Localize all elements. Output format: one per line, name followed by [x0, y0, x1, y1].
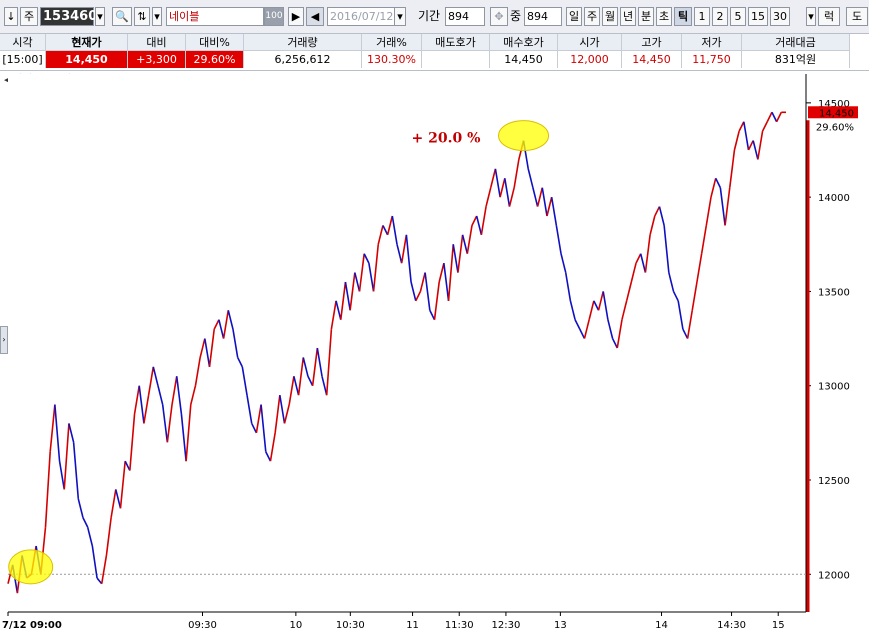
y-tick-label-1: 12500: [818, 476, 850, 487]
x-tick-label-2: 10: [289, 620, 302, 631]
x-tick-label-9: 14:30: [717, 620, 746, 631]
x-tick-label-10: 15: [772, 620, 785, 631]
x-tick-label-3: 10:30: [336, 620, 365, 631]
last-price-label: 14,450: [819, 108, 854, 119]
x-tick-label-5: 11:30: [445, 620, 474, 631]
start-highlight: [8, 549, 54, 585]
x-tick-label-0: 7/12 09:00: [2, 620, 62, 631]
y-tick-label-2: 13000: [818, 382, 850, 393]
price-chart: 1200012500130001350014000145007/12 09:00…: [2, 74, 858, 631]
x-tick-label-6: 12:30: [492, 620, 521, 631]
x-tick-label-7: 13: [554, 620, 567, 631]
gain-annotation: + 20.0 %: [412, 131, 481, 147]
x-tick-label-8: 14: [655, 620, 668, 631]
x-tick-label-4: 11: [406, 620, 419, 631]
plot-area: [8, 74, 806, 612]
x-tick-label-1: 09:30: [188, 620, 217, 631]
peak-highlight: [498, 120, 550, 152]
y-tick-label-0: 12000: [818, 570, 850, 581]
last-change-label: 29.60%: [816, 122, 854, 133]
y-tick-label-3: 13500: [818, 287, 850, 298]
y-tick-label-4: 14000: [818, 193, 850, 204]
